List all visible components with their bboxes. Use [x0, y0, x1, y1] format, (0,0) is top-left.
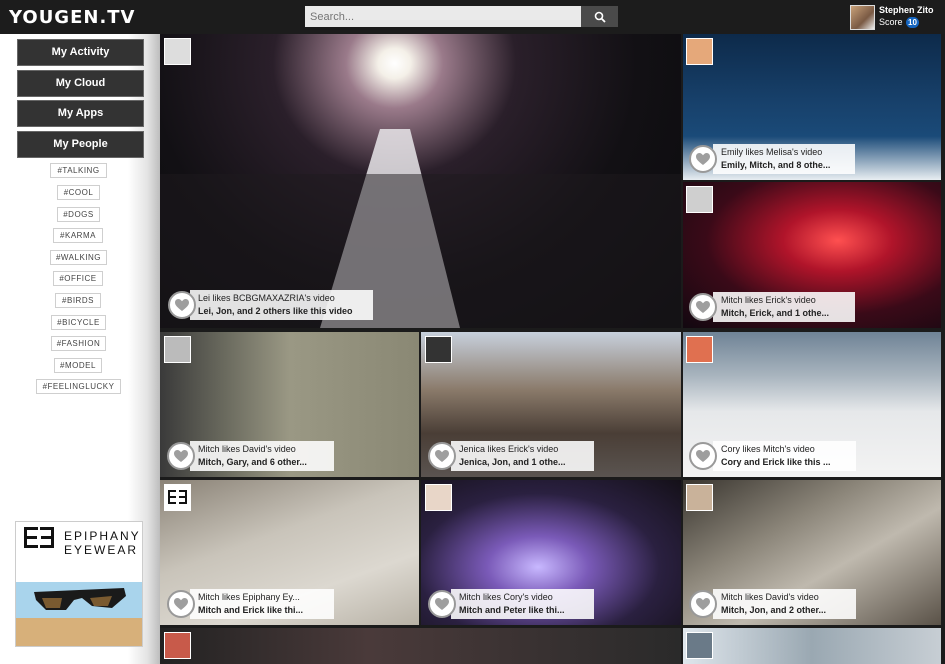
- like-activity-text: Mitch likes Cory's video: [459, 592, 553, 602]
- like-summary-text[interactable]: Mitch, Gary, and 6 other...: [198, 457, 307, 467]
- score-badge: 10: [906, 17, 919, 28]
- video-caption: Lei likes BCBGMAXAZRIA's video Lei, Jon,…: [190, 290, 373, 320]
- video-caption: Mitch likes Epiphany Ey... Mitch and Eri…: [190, 589, 334, 619]
- uploader-avatar[interactable]: [164, 632, 191, 659]
- like-button[interactable]: [689, 145, 717, 173]
- uploader-avatar[interactable]: [686, 632, 713, 659]
- user-avatar[interactable]: [850, 5, 875, 30]
- my-activity-button[interactable]: My Activity: [17, 39, 144, 66]
- top-bar: YOUGEN.TV Stephen Zito Score 10: [0, 0, 945, 34]
- like-button[interactable]: [167, 590, 195, 618]
- video-tile[interactable]: Emily likes Melisa's video Emily, Mitch,…: [683, 34, 941, 180]
- like-activity-text: Mitch likes David's video: [721, 592, 819, 602]
- like-activity-text: Cory likes Mitch's video: [721, 444, 815, 454]
- uploader-avatar[interactable]: [164, 336, 191, 363]
- like-activity-text: Mitch likes David's video: [198, 444, 296, 454]
- video-tile[interactable]: Lei likes BCBGMAXAZRIA's video Lei, Jon,…: [160, 34, 681, 328]
- like-button[interactable]: [168, 291, 196, 319]
- like-summary-text[interactable]: Mitch and Erick like thi...: [198, 605, 303, 615]
- uploader-avatar[interactable]: [686, 336, 713, 363]
- heart-icon: [696, 153, 710, 165]
- heart-icon: [435, 450, 449, 462]
- like-button[interactable]: [428, 590, 456, 618]
- heart-icon: [174, 450, 188, 462]
- tag-model[interactable]: #MODEL: [54, 358, 102, 373]
- video-caption: Mitch likes David's video Mitch, Jon, an…: [713, 589, 856, 619]
- video-tile[interactable]: Cory likes Mitch's video Cory and Erick …: [683, 332, 941, 477]
- tag-talking[interactable]: #TALKING: [50, 163, 107, 178]
- video-tile[interactable]: Mitch likes Erick's video Mitch, Erick, …: [683, 182, 941, 328]
- tag-feelinglucky[interactable]: #FEELINGLUCKY: [36, 379, 121, 394]
- like-activity-text: Jenica likes Erick's video: [459, 444, 559, 454]
- heart-icon: [696, 301, 710, 313]
- score-label: Score: [879, 17, 903, 27]
- heart-icon: [175, 299, 189, 311]
- video-tile[interactable]: Mitch likes Cory's video Mitch and Peter…: [421, 480, 681, 625]
- search-button[interactable]: [581, 6, 618, 27]
- ad-brand-line2: EYEWEAR: [64, 543, 139, 557]
- like-button[interactable]: [428, 442, 456, 470]
- tag-fashion[interactable]: #FASHION: [51, 336, 106, 351]
- video-frame: [160, 129, 681, 328]
- tag-dogs[interactable]: #DOGS: [57, 207, 100, 222]
- uploader-avatar[interactable]: [425, 484, 452, 511]
- user-name[interactable]: Stephen Zito: [879, 5, 934, 15]
- tag-birds[interactable]: #BIRDS: [55, 293, 101, 308]
- uploader-avatar[interactable]: [164, 484, 191, 511]
- uploader-avatar[interactable]: [425, 336, 452, 363]
- like-summary-text[interactable]: Mitch, Erick, and 1 othe...: [721, 308, 829, 318]
- like-activity-text: Mitch likes Erick's video: [721, 295, 816, 305]
- search-icon: [594, 11, 606, 23]
- uploader-avatar[interactable]: [686, 186, 713, 213]
- tag-office[interactable]: #OFFICE: [53, 271, 103, 286]
- like-button[interactable]: [689, 590, 717, 618]
- my-cloud-button[interactable]: My Cloud: [17, 70, 144, 97]
- tag-karma[interactable]: #KARMA: [53, 228, 103, 243]
- logo[interactable]: YOUGEN.TV: [9, 7, 136, 28]
- tag-walking[interactable]: #WALKING: [50, 250, 107, 265]
- epiphany-eyewear-ad[interactable]: EPIPHANY EYEWEAR: [15, 521, 143, 647]
- video-tile[interactable]: Mitch likes David's video Mitch, Jon, an…: [683, 480, 941, 625]
- heart-icon: [696, 450, 710, 462]
- video-tile[interactable]: Mitch likes Epiphany Ey... Mitch and Eri…: [160, 480, 419, 625]
- like-activity-text: Mitch likes Epiphany Ey...: [198, 592, 300, 602]
- video-tile[interactable]: [160, 628, 681, 664]
- my-apps-button[interactable]: My Apps: [17, 100, 144, 127]
- video-tile[interactable]: [683, 628, 941, 664]
- video-caption: Mitch likes David's video Mitch, Gary, a…: [190, 441, 334, 471]
- video-tile[interactable]: Jenica likes Erick's video Jenica, Jon, …: [421, 332, 681, 477]
- like-button[interactable]: [689, 293, 717, 321]
- video-caption: Mitch likes Cory's video Mitch and Peter…: [451, 589, 594, 619]
- like-button[interactable]: [689, 442, 717, 470]
- like-activity-text: Lei likes BCBGMAXAZRIA's video: [198, 293, 335, 303]
- like-summary-text[interactable]: Mitch and Peter like thi...: [459, 605, 565, 615]
- like-summary-text[interactable]: Emily, Mitch, and 8 othe...: [721, 160, 830, 170]
- search-input[interactable]: [305, 6, 581, 27]
- uploader-avatar[interactable]: [686, 38, 713, 65]
- tag-cool[interactable]: #COOL: [57, 185, 100, 200]
- tag-bicycle[interactable]: #BICYCLE: [51, 315, 106, 330]
- video-caption: Cory likes Mitch's video Cory and Erick …: [713, 441, 856, 471]
- heart-icon: [174, 598, 188, 610]
- like-summary-text[interactable]: Mitch, Jon, and 2 other...: [721, 605, 826, 615]
- uploader-avatar[interactable]: [686, 484, 713, 511]
- like-activity-text: Emily likes Melisa's video: [721, 147, 823, 157]
- like-summary-text[interactable]: Lei, Jon, and 2 others like this video: [198, 306, 353, 316]
- uploader-avatar[interactable]: [164, 38, 191, 65]
- video-caption: Jenica likes Erick's video Jenica, Jon, …: [451, 441, 594, 471]
- my-people-button[interactable]: My People: [17, 131, 144, 158]
- heart-icon: [696, 598, 710, 610]
- video-tile[interactable]: Mitch likes David's video Mitch, Gary, a…: [160, 332, 419, 477]
- video-caption: Emily likes Melisa's video Emily, Mitch,…: [713, 144, 855, 174]
- heart-icon: [435, 598, 449, 610]
- video-caption: Mitch likes Erick's video Mitch, Erick, …: [713, 292, 855, 322]
- epiphany-logo-icon: [168, 490, 187, 504]
- like-summary-text[interactable]: Cory and Erick like this ...: [721, 457, 831, 467]
- like-summary-text[interactable]: Jenica, Jon, and 1 othe...: [459, 457, 566, 467]
- like-button[interactable]: [167, 442, 195, 470]
- ad-brand-line1: EPIPHANY: [64, 529, 141, 543]
